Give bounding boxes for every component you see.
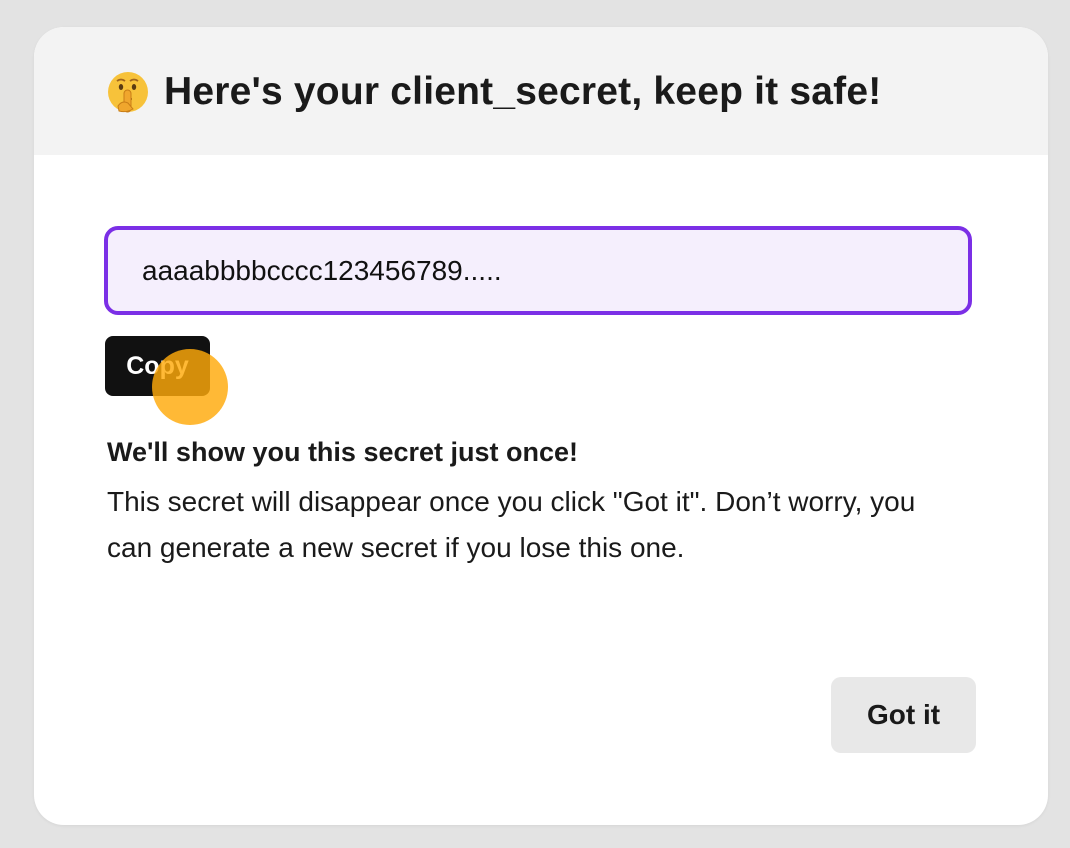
got-it-button[interactable]: Got it xyxy=(831,677,976,753)
shushing-face-icon xyxy=(106,70,150,114)
client-secret-field[interactable] xyxy=(104,226,972,315)
warning-heading: We'll show you this secret just once! xyxy=(107,437,579,467)
modal-title-row: Here's your client_secret, keep it safe! xyxy=(106,67,881,117)
client-secret-modal: Here's your client_secret, keep it safe!… xyxy=(34,27,1048,825)
modal-title: Here's your client_secret, keep it safe! xyxy=(164,70,882,113)
copy-button[interactable]: Copy xyxy=(105,336,210,396)
warning-body: This secret will disappear once you clic… xyxy=(107,486,916,563)
modal-header: Here's your client_secret, keep it safe! xyxy=(34,27,1048,155)
client-secret-input[interactable] xyxy=(108,230,968,311)
